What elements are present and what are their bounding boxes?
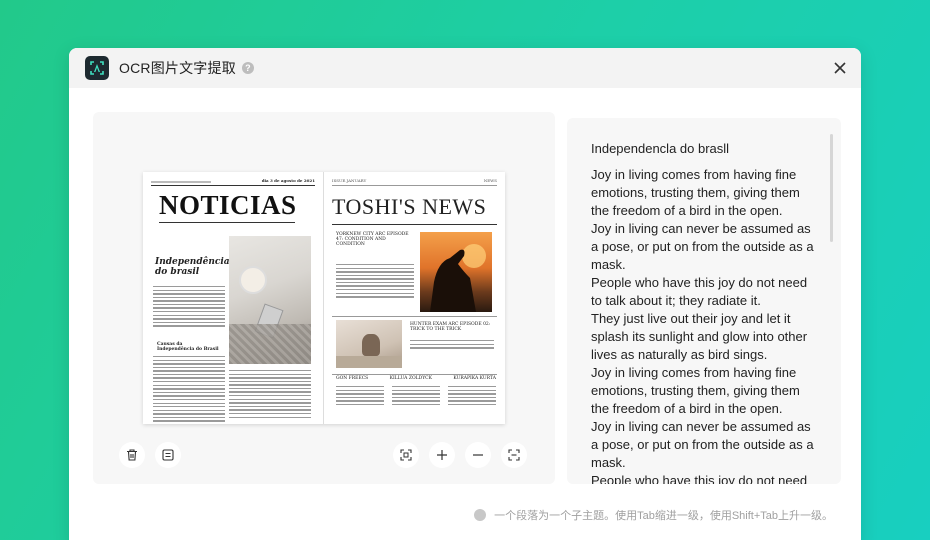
window-title: OCR图片文字提取 [119,60,236,76]
info-icon [474,509,487,521]
column-gon: GON FREECS [336,376,369,381]
actual-size-button[interactable] [501,442,527,468]
help-icon[interactable]: ? [241,62,254,74]
title-bar: OCR图片文字提取 ? [69,48,861,88]
close-button[interactable] [831,59,849,77]
ocr-result-heading: Independencla do brasll [591,141,730,156]
delete-button[interactable] [119,442,145,468]
hint-bar: 一个段落为一个子主题。使用Tab缩进一级，使用Shift+Tab上升一级。 [474,507,833,523]
ocr-result-text[interactable]: Independencla do brasll Joy in living co… [591,140,821,484]
ocr-result-line: Joy in living can never be assumed as a … [591,419,814,470]
newspaper-left-page: dia 3 de agosto de 2021 NOTICIAS Indepen… [143,172,324,424]
plus-icon [437,450,447,460]
column-killua: KILLUA ZOLDYCK [389,376,432,381]
zoom-out-button[interactable] [465,442,491,468]
left-page-subhead: Causas da Independência do Brasil [157,342,219,352]
image-preview-panel: dia 3 de agosto de 2021 NOTICIAS Indepen… [93,112,555,484]
trash-icon [127,449,137,461]
right-page-issue: ISSUE.JANUARY [332,178,367,183]
ocr-window: OCR图片文字提取 ? dia 3 de agosto de 2021 NOTI… [69,48,861,540]
ocr-result-panel[interactable]: Independencla do brasll Joy in living co… [567,118,841,484]
newspaper-image: dia 3 de agosto de 2021 NOTICIAS Indepen… [143,172,505,424]
article1-title: YORKNEW CITY ARC EPISODE 47: CONDITION A… [336,232,409,247]
text-format-icon [162,449,174,461]
text-format-button[interactable] [155,442,181,468]
ocr-result-line: People who have this joy do not need to [591,473,808,484]
actual-size-icon [508,449,520,461]
right-page-news: NEWS [483,178,497,183]
ocr-app-icon [85,56,109,80]
ocr-result-line: Joy in living can never be assumed as a … [591,221,814,272]
hint-text: 一个段落为一个子主题。使用Tab缩进一级，使用Shift+Tab上升一级。 [494,510,833,522]
article2-title: HUNTER EXAM ARC EPISODE 02: TRICK TO THE… [410,322,491,332]
ocr-result-line: Joy in living comes from having fine emo… [591,365,800,416]
scrollbar[interactable] [830,134,833,242]
close-icon [834,62,846,74]
column-kurapika: KURAPIKA KURTA [453,376,496,381]
newspaper-right-page: ISSUE.JANUARY NEWS TOSHI'S NEWS YORKNEW … [324,172,505,424]
desk-photo [229,236,311,364]
ocr-result-line: People who have this joy do not need to … [591,275,808,308]
ocr-result-line: They just live out their joy and let it … [591,311,808,362]
minus-icon [473,454,483,456]
right-page-masthead: TOSHI'S NEWS [332,193,487,219]
horse-photo [420,232,492,312]
left-page-masthead: NOTICIAS [159,190,297,220]
left-page-date: dia 3 de agosto de 2021 [261,178,315,183]
zoom-in-button[interactable] [429,442,455,468]
fit-screen-icon [400,449,412,461]
fit-screen-button[interactable] [393,442,419,468]
ocr-result-line: Joy in living comes from having fine emo… [591,167,800,218]
left-page-headline: Independência do brasil [155,257,230,277]
vase-photo [336,320,402,368]
